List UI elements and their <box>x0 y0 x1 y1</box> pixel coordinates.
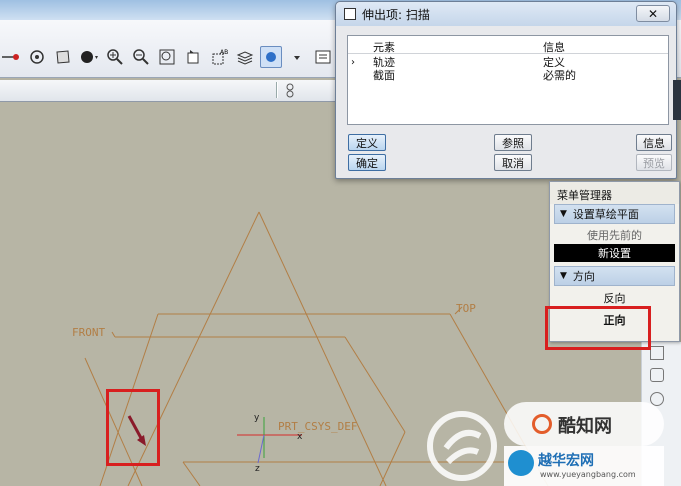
highlight-box-okay <box>545 306 651 350</box>
datum-line <box>182 461 201 486</box>
table-header: 元素 信息 <box>348 36 668 54</box>
row-pointer-icon: › <box>351 57 355 68</box>
dialog-title: 伸出项: 扫描 <box>362 7 430 22</box>
datum-front-label: FRONT <box>72 326 105 339</box>
menu-item-new-setup[interactable]: 新设置 <box>554 244 675 262</box>
axis-y-label: y <box>254 413 260 423</box>
datum-line <box>258 211 387 486</box>
menu-item-use-previous[interactable]: 使用先前的 <box>554 226 675 244</box>
datum-line <box>111 331 116 338</box>
toolbar-row: AB <box>0 44 334 70</box>
define-button[interactable]: 定义 <box>348 134 386 151</box>
layers-icon[interactable] <box>234 46 256 68</box>
triangle-down-icon: ▼ <box>560 271 567 281</box>
highlight-box-arrow <box>106 389 160 466</box>
display-style-icon[interactable] <box>260 46 282 68</box>
row-element: 轨迹 <box>373 56 395 69</box>
row-info: 定义 <box>543 56 565 69</box>
zoom-in-icon[interactable] <box>104 46 126 68</box>
preview-button[interactable]: 预览 <box>636 154 672 171</box>
menu-section-label: 设置草绘平面 <box>572 208 639 221</box>
ok-button[interactable]: 确定 <box>348 154 386 171</box>
watermark-brand: 酷知网 <box>558 416 612 437</box>
csys-label: PRT_CSYS_DEF <box>278 420 357 433</box>
watermark-site-icon <box>508 450 534 476</box>
model-tree-icon[interactable] <box>312 46 334 68</box>
axis-z-label: z <box>255 464 260 474</box>
dialog-title-bar: 伸出项: 扫描 <box>336 2 676 26</box>
watermark-logo <box>422 406 502 486</box>
cancel-button[interactable]: 取消 <box>494 154 532 171</box>
watermark-badge: 酷知网 <box>504 402 664 446</box>
row-info: 必需的 <box>543 69 576 82</box>
regenerate-icon[interactable] <box>26 46 48 68</box>
menu-section-label: 方向 <box>572 270 595 283</box>
menu-section-sketch-plane[interactable]: ▼ 设置草绘平面 <box>554 204 675 224</box>
svg-text:AB: AB <box>220 49 228 56</box>
close-icon: ✕ <box>647 6 659 21</box>
column-header-info: 信息 <box>543 41 565 54</box>
watermark-site-name: 越华宏网 <box>538 453 594 469</box>
table-row[interactable]: 截面 必需的 <box>348 69 668 82</box>
triangle-down-icon: ▼ <box>560 209 567 219</box>
reference-button[interactable]: 参照 <box>494 134 532 151</box>
surface-tool-icon[interactable] <box>650 368 664 382</box>
menu-item-flip[interactable]: 反向 <box>554 289 675 307</box>
column-header-element: 元素 <box>373 41 395 54</box>
layer-icon[interactable] <box>52 46 74 68</box>
spring-icon[interactable] <box>284 83 296 102</box>
row-element: 截面 <box>373 69 395 82</box>
table-row[interactable]: › 轨迹 定义 <box>348 56 668 69</box>
datum-tool-icon[interactable] <box>650 346 664 360</box>
datum-line <box>379 431 406 486</box>
datum-top-label: TOP <box>456 302 476 315</box>
sketch-tool-icon[interactable] <box>0 46 22 68</box>
watermark-badge-icon <box>532 414 552 434</box>
info-button[interactable]: 信息 <box>636 134 672 151</box>
app-icon <box>344 8 356 20</box>
saved-views-icon[interactable]: AB <box>208 46 230 68</box>
sweep-dialog: 伸出项: 扫描 ✕ 元素 信息 › 轨迹 定义 截面 必需的 定义 参照 信息 … <box>335 1 677 179</box>
toolbar-separator <box>276 82 278 98</box>
close-button[interactable]: ✕ <box>636 5 670 22</box>
axis-x-label: x <box>297 432 303 442</box>
watermark-site: 越华宏网 www.yueyangbang.com <box>504 446 664 486</box>
menu-manager-title: 菜单管理器 <box>550 182 679 204</box>
watermark-site-url: www.yueyangbang.com <box>540 470 636 479</box>
chevron-down-icon[interactable] <box>286 46 308 68</box>
menu-section-direction[interactable]: ▼ 方向 <box>554 266 675 286</box>
element-table: 元素 信息 › 轨迹 定义 截面 必需的 <box>347 35 669 125</box>
refit-icon[interactable] <box>156 46 178 68</box>
scrollbar[interactable] <box>673 80 681 120</box>
zoom-out-icon[interactable] <box>130 46 152 68</box>
view-orient-icon[interactable] <box>182 46 204 68</box>
shading-icon[interactable] <box>78 46 100 68</box>
